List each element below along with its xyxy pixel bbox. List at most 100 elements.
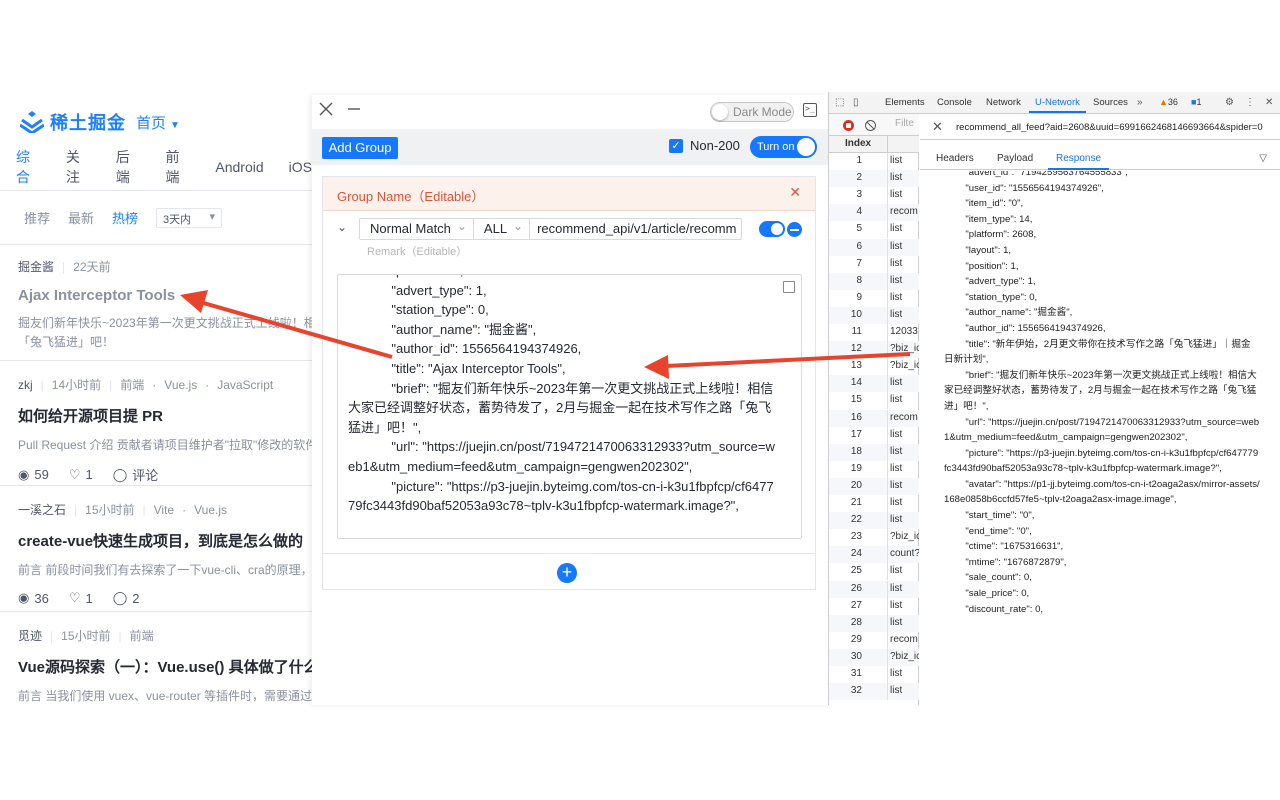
home-menu[interactable]: 首页 ▼	[136, 112, 180, 133]
time-range-select[interactable]: 3天内	[156, 207, 223, 228]
request-row[interactable]: 16 recom	[829, 409, 919, 427]
clear-icon[interactable]	[865, 120, 876, 131]
likes-stat[interactable]: ♡ 1	[69, 465, 93, 484]
nav-tab[interactable]: 关注	[66, 147, 91, 187]
tab-response[interactable]: Response	[1047, 153, 1110, 170]
response-json[interactable]: "advert_id": "7194259563764555833", "use…	[944, 171, 1260, 617]
request-row[interactable]: 12 ?biz_ic	[829, 341, 919, 359]
minimize-icon[interactable]	[347, 102, 361, 116]
delete-group-icon[interactable]: ✕	[789, 184, 801, 201]
article-tag[interactable]: 前端	[130, 627, 154, 644]
request-row[interactable]: 10 list	[829, 306, 919, 324]
close-devtools-icon[interactable]: ✕	[1265, 97, 1273, 108]
views-stat[interactable]: ◉ 59	[18, 465, 49, 484]
add-rule-button[interactable]: +	[557, 563, 577, 583]
nav-tab[interactable]: 前端	[166, 147, 191, 187]
request-row[interactable]: 5 list	[829, 221, 919, 239]
more-options-icon[interactable]: ⋮	[1245, 97, 1255, 108]
settings-gear-icon[interactable]: ⚙	[1225, 97, 1234, 108]
request-row[interactable]: 7 list	[829, 255, 919, 273]
filter-input[interactable]: Filte	[895, 118, 914, 129]
article-tag[interactable]: Vite	[154, 503, 174, 517]
request-row[interactable]: 23 ?biz_ic	[829, 529, 919, 547]
tab-sources[interactable]: Sources	[1093, 97, 1128, 108]
article-title[interactable]: 如何给开源项目提 PR	[18, 405, 312, 426]
index-column-header[interactable]: Index	[845, 138, 871, 149]
terminal-icon[interactable]: >_	[803, 103, 817, 117]
request-row[interactable]: 3 list	[829, 187, 919, 205]
article-tag[interactable]: Vue.js	[194, 503, 227, 517]
group-name[interactable]: Group Name（Editable）	[337, 186, 484, 205]
request-row[interactable]: 11 12033	[829, 324, 919, 342]
request-row[interactable]: 2 list	[829, 170, 919, 188]
article-tag[interactable]: Vue.js	[164, 378, 197, 392]
response-body[interactable]: "advert_id": "7194259563764555833", "use…	[920, 171, 1280, 705]
request-row[interactable]: 27 list	[829, 597, 919, 615]
request-row[interactable]: 24 count?	[829, 546, 919, 564]
more-tabs-icon[interactable]: »	[1137, 97, 1143, 108]
article-tag[interactable]: 前端	[120, 376, 144, 393]
article-author[interactable]: zkj	[18, 378, 33, 392]
request-row[interactable]: 29 recom	[829, 631, 919, 649]
dark-mode-toggle[interactable]: Dark Mode	[710, 102, 794, 122]
request-row[interactable]: 8 list	[829, 272, 919, 290]
request-row[interactable]: 22 list	[829, 512, 919, 530]
device-toolbar-icon[interactable]: ▯	[853, 97, 859, 108]
nav-tab[interactable]: 综合	[16, 147, 41, 187]
filter-latest[interactable]: 最新	[68, 208, 94, 227]
tab-u-network[interactable]: U-Network	[1029, 97, 1086, 113]
request-row[interactable]: 13 ?biz_ic	[829, 358, 919, 376]
article-item[interactable]: 一溪之石 | 15小时前 | Vite · Vue.js create-vue快速生成…	[0, 486, 312, 612]
request-row[interactable]: 31 list	[829, 666, 919, 684]
request-row[interactable]: 26 list	[829, 580, 919, 598]
add-group-button[interactable]: Add Group	[322, 137, 398, 159]
article-author[interactable]: 觅迹	[18, 627, 42, 644]
article-item[interactable]: 掘金酱 | 22天前 Ajax Interceptor Tools 掘友们新年快乐…	[0, 245, 312, 361]
juejin-logo[interactable]: 稀土掘金	[20, 109, 126, 135]
edit-icon[interactable]	[783, 281, 795, 293]
collapse-chevron-icon[interactable]: ⌄	[337, 220, 347, 234]
article-item[interactable]: zkj | 14小时前 | 前端 · Vue.js · JavaScript 如何给开源…	[0, 361, 312, 486]
article-item[interactable]: 觅迹 | 15小时前 | 前端 Vue源码探索（一）：Vue.use() 具体做了什…	[0, 612, 312, 705]
request-row[interactable]: 9 list	[829, 289, 919, 307]
comments-stat[interactable]: ◯ 评论	[113, 465, 159, 484]
request-row[interactable]: 32 list	[829, 683, 919, 701]
article-tag[interactable]: JavaScript	[217, 378, 273, 392]
inspect-icon[interactable]: ⬚	[835, 97, 844, 108]
remark-field[interactable]: Remark（Editable）	[367, 243, 467, 259]
request-row[interactable]: 1 list	[829, 153, 919, 171]
request-row[interactable]: 6 list	[829, 238, 919, 256]
request-row[interactable]: 15 list	[829, 392, 919, 410]
url-pattern-input[interactable]: recommend_api/v1/article/recomm	[530, 219, 741, 239]
match-type-select[interactable]: Normal Match	[360, 216, 474, 239]
nav-tab[interactable]: 后端	[116, 147, 141, 187]
response-editor-text[interactable]: "position": 1, "advert_type": 1, "statio…	[348, 275, 778, 516]
nav-tab[interactable]: iOS	[289, 159, 312, 175]
record-icon[interactable]	[843, 120, 854, 131]
views-stat[interactable]: ◉ 36	[18, 590, 49, 606]
tab-network[interactable]: Network	[986, 97, 1021, 108]
request-row[interactable]: 4 recom	[829, 204, 919, 222]
tab-console[interactable]: Console	[937, 97, 972, 108]
article-title[interactable]: create-vue快速生成项目，到底是怎么做的	[18, 530, 312, 551]
filter-hot[interactable]: 热榜	[112, 208, 138, 227]
tab-headers[interactable]: Headers	[936, 153, 974, 164]
turn-on-switch[interactable]: Turn on	[750, 136, 817, 158]
tab-elements[interactable]: Elements	[885, 97, 925, 108]
warnings-badge[interactable]: ▲36	[1159, 97, 1178, 107]
request-row[interactable]: 28 list	[829, 614, 919, 632]
request-row[interactable]: 19 list	[829, 460, 919, 478]
remove-rule-icon[interactable]	[787, 222, 802, 237]
close-detail-icon[interactable]: ✕	[932, 119, 943, 135]
request-row[interactable]: 21 list	[829, 495, 919, 513]
filter-icon[interactable]: ▽	[1259, 153, 1267, 164]
response-editor[interactable]: "position": 1, "advert_type": 1, "statio…	[337, 274, 802, 539]
article-author[interactable]: 掘金酱	[18, 258, 54, 275]
messages-badge[interactable]: ■1	[1191, 97, 1201, 107]
nav-tab[interactable]: Android	[215, 159, 263, 175]
close-icon[interactable]	[319, 102, 333, 116]
article-author[interactable]: 一溪之石	[18, 501, 66, 518]
request-row[interactable]: 14 list	[829, 375, 919, 393]
request-row[interactable]: 17 list	[829, 426, 919, 444]
comments-stat[interactable]: ◯ 2	[113, 590, 140, 606]
